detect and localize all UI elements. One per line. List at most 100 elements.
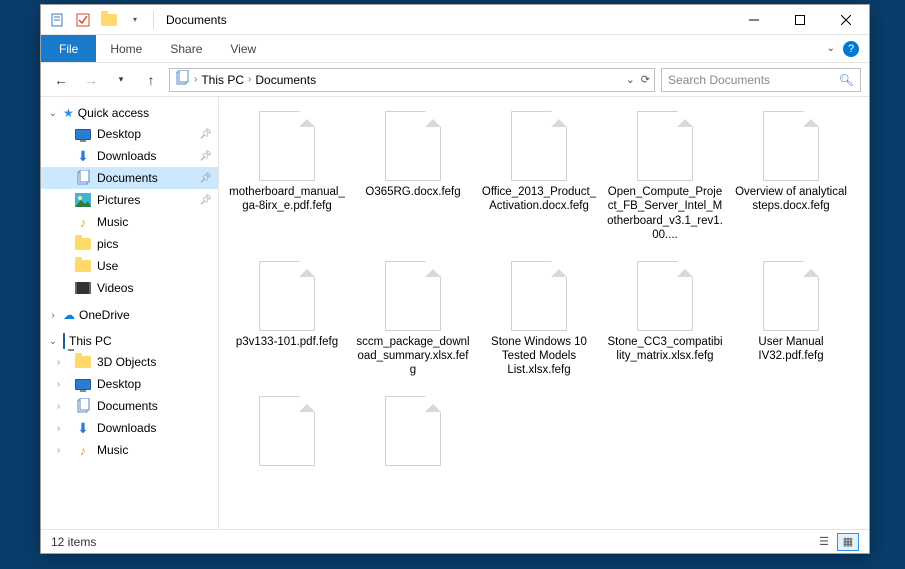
chevron-right-icon[interactable]: › (194, 74, 197, 85)
sidebar-item-label: Use (97, 259, 118, 273)
address-box[interactable]: › This PC › Documents ⌄ ⟳ (169, 68, 655, 92)
sidebar-item-use[interactable]: Use (41, 255, 218, 277)
file-item[interactable]: Stone_CC3_compatibility_matrix.xlsx.fefg (607, 261, 723, 378)
search-input[interactable]: Search Documents 🔍︎ (661, 68, 861, 92)
expand-icon[interactable]: › (57, 423, 60, 434)
file-icon (637, 261, 693, 331)
sidebar-item-label: Pictures (97, 193, 140, 207)
help-icon[interactable]: ? (843, 41, 859, 57)
address-bar-row: ← → ▾ ↑ › This PC › Documents ⌄ ⟳ Search… (41, 63, 869, 97)
refresh-icon[interactable]: ⟳ (641, 73, 650, 86)
navigation-pane[interactable]: ⌄ ★ Quick access Desktop📌︎⬇Downloads📌︎Do… (41, 97, 219, 529)
sidebar-item-documents[interactable]: ›Documents (41, 395, 218, 417)
folder-icon[interactable] (99, 10, 119, 30)
file-view[interactable]: motherboard_manual_ga-8irx_e.pdf.fefgO36… (219, 97, 869, 529)
expand-icon[interactable]: › (57, 357, 60, 368)
qat-checkbox-icon[interactable] (73, 10, 93, 30)
status-bar: 12 items ☰ ▦ (41, 529, 869, 553)
file-item[interactable]: sccm_package_download_summary.xlsx.fefg (355, 261, 471, 378)
sidebar-item-music[interactable]: ♪Music (41, 211, 218, 233)
quick-access-heading[interactable]: ⌄ ★ Quick access (41, 103, 218, 123)
file-item[interactable]: p3v133-101.pdf.fefg (229, 261, 345, 378)
documents-icon (174, 70, 190, 89)
recent-locations-button[interactable]: ▾ (109, 68, 133, 92)
this-pc-icon (63, 334, 65, 348)
search-icon: 🔍︎ (839, 73, 854, 87)
file-icon (511, 111, 567, 181)
expand-icon[interactable]: › (47, 310, 59, 321)
sidebar-item-label: Downloads (97, 421, 156, 435)
file-item[interactable]: motherboard_manual_ga-8irx_e.pdf.fefg (229, 111, 345, 243)
file-item[interactable] (229, 396, 345, 470)
sidebar-item-label: Music (97, 215, 128, 229)
sidebar-item-desktop[interactable]: Desktop📌︎ (41, 123, 218, 145)
details-view-button[interactable]: ☰ (813, 533, 835, 551)
documents-icon (75, 170, 91, 186)
breadcrumb-current[interactable]: Documents (255, 73, 316, 87)
window-controls (731, 5, 869, 35)
chevron-right-icon[interactable]: › (248, 74, 251, 85)
sidebar-item-videos[interactable]: Videos (41, 277, 218, 299)
file-item[interactable]: O365RG.docx.fefg (355, 111, 471, 243)
minimize-button[interactable] (731, 5, 777, 35)
file-icon (259, 111, 315, 181)
sidebar-item-label: Videos (97, 281, 133, 295)
onedrive-heading[interactable]: › ☁ OneDrive (41, 305, 218, 325)
pin-icon: 📌︎ (199, 195, 212, 206)
sidebar-item-pics[interactable]: pics (41, 233, 218, 255)
sidebar-item-pictures[interactable]: Pictures 📌︎ (41, 189, 218, 211)
quick-access-toolbar: ▾ (41, 10, 162, 30)
tab-view[interactable]: View (216, 35, 270, 62)
large-icons-view-button[interactable]: ▦ (837, 533, 859, 551)
folder-icon: ⬇ (75, 420, 91, 436)
file-icon (385, 396, 441, 466)
sidebar-item-label: Desktop (97, 127, 141, 141)
sidebar-item-3d-objects[interactable]: ›3D Objects (41, 351, 218, 373)
sidebar-item-desktop[interactable]: ›Desktop (41, 373, 218, 395)
ribbon-expand-icon[interactable]: ⌄ (827, 43, 835, 54)
item-count: 12 items (51, 535, 96, 549)
file-item[interactable]: Stone Windows 10 Tested Models List.xlsx… (481, 261, 597, 378)
pin-icon: 📌︎ (199, 173, 212, 184)
properties-icon[interactable] (47, 10, 67, 30)
file-tab[interactable]: File (41, 35, 96, 62)
expand-icon[interactable]: › (57, 401, 60, 412)
back-button[interactable]: ← (49, 68, 73, 92)
collapse-icon[interactable]: ⌄ (47, 336, 59, 347)
sidebar-item-label: Music (97, 443, 128, 457)
expand-icon[interactable]: › (57, 379, 60, 390)
sidebar-item-music[interactable]: ›♪Music (41, 439, 218, 461)
folder-icon (75, 398, 91, 414)
tab-home[interactable]: Home (96, 35, 156, 62)
sidebar-item-documents[interactable]: Documents📌︎ (41, 167, 218, 189)
up-button[interactable]: ↑ (139, 68, 163, 92)
file-name-label: Stone_CC3_compatibility_matrix.xlsx.fefg (607, 335, 723, 364)
collapse-icon[interactable]: ⌄ (47, 108, 59, 119)
maximize-button[interactable] (777, 5, 823, 35)
file-item[interactable]: Office_2013_Product_Activation.docx.fefg (481, 111, 597, 243)
folder-icon (75, 258, 91, 274)
sidebar-item-downloads[interactable]: › ⬇ Downloads (41, 417, 218, 439)
tab-share[interactable]: Share (156, 35, 216, 62)
qat-dropdown-icon[interactable]: ▾ (125, 10, 145, 30)
explorer-window: ▾ Documents File Home Share View ⌄ ? ← →… (40, 4, 870, 554)
file-item[interactable] (355, 396, 471, 470)
this-pc-heading[interactable]: ⌄ This PC (41, 331, 218, 351)
onedrive-icon: ☁ (63, 308, 75, 322)
close-button[interactable] (823, 5, 869, 35)
expand-icon[interactable]: › (57, 445, 60, 456)
desktop-icon (75, 126, 91, 142)
forward-button[interactable]: → (79, 68, 103, 92)
downloads-icon: ⬇ (75, 148, 91, 164)
file-item[interactable]: Open_Compute_Project_FB_Server_Intel_Mot… (607, 111, 723, 243)
sidebar-item-downloads[interactable]: ⬇Downloads📌︎ (41, 145, 218, 167)
file-icon (385, 111, 441, 181)
file-item[interactable]: User Manual IV32.pdf.fefg (733, 261, 849, 378)
file-icon (637, 111, 693, 181)
window-title: Documents (162, 13, 731, 27)
title-bar[interactable]: ▾ Documents (41, 5, 869, 35)
breadcrumb-root[interactable]: This PC (201, 73, 244, 87)
file-item[interactable]: Overview of analytical steps.docx.fefg (733, 111, 849, 243)
address-dropdown-icon[interactable]: ⌄ (626, 73, 635, 86)
file-name-label: p3v133-101.pdf.fefg (236, 335, 338, 349)
